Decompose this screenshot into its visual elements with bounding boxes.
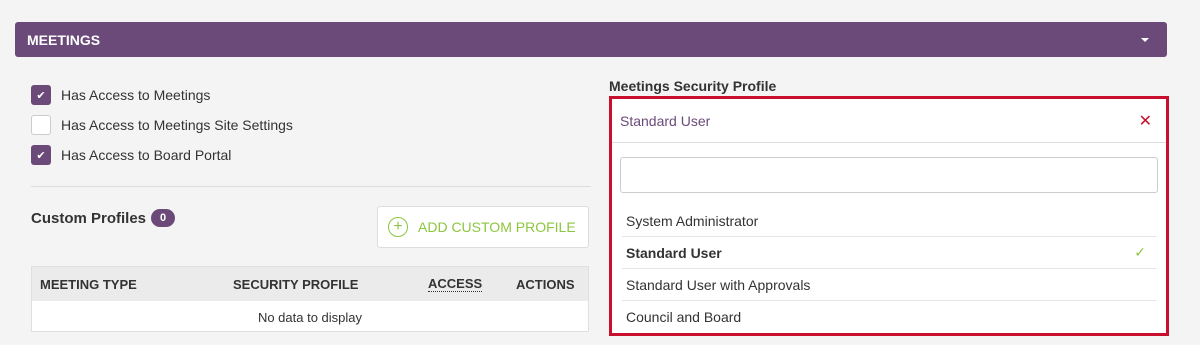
security-profile-dropdown: Standard User ✕ System Administrator Sta… (609, 96, 1169, 336)
section-title: MEETINGS (27, 31, 101, 48)
checkbox-row-meetings[interactable]: ✔ Has Access to Meetings (31, 80, 293, 110)
selected-value: Standard User (620, 112, 711, 129)
column-meeting-type[interactable]: MEETING TYPE (40, 277, 137, 292)
count-badge: 0 (151, 209, 176, 227)
dropdown-search-input[interactable] (620, 157, 1158, 193)
add-custom-profile-button[interactable]: + ADD CUSTOM PROFILE (377, 206, 589, 248)
dropdown-options: System Administrator Standard User ✓ Sta… (612, 205, 1166, 333)
column-security-profile[interactable]: SECURITY PROFILE (233, 277, 358, 292)
checkbox-checked[interactable]: ✔ (31, 85, 51, 105)
option-label: Council and Board (626, 309, 742, 325)
checkbox-label: Has Access to Board Portal (61, 147, 232, 163)
security-profile-label: Meetings Security Profile (609, 78, 777, 94)
dropdown-search-wrap (612, 143, 1166, 193)
divider (31, 186, 591, 187)
add-custom-profile-label: ADD CUSTOM PROFILE (418, 219, 576, 235)
custom-profiles-table: MEETING TYPE SECURITY PROFILE ACCESS ACT… (31, 266, 589, 332)
custom-profiles-heading: Custom Profiles 0 (31, 209, 176, 227)
option-label: Standard User with Approvals (626, 276, 811, 293)
option-system-administrator[interactable]: System Administrator (622, 205, 1156, 237)
security-profile-select[interactable]: Standard User ✕ (612, 99, 1166, 143)
option-council-and-board[interactable]: Council and Board (622, 301, 1156, 333)
clear-icon[interactable]: ✕ (1139, 111, 1152, 131)
checkbox-unchecked[interactable] (31, 115, 51, 135)
checkbox-row-site-settings[interactable]: Has Access to Meetings Site Settings (31, 110, 293, 140)
custom-profiles-title: Custom Profiles (31, 209, 147, 227)
option-label: Standard User (626, 244, 722, 261)
caret-down-icon[interactable] (1141, 37, 1149, 42)
checkbox-label: Has Access to Meetings (61, 87, 211, 103)
column-actions: ACTIONS (516, 276, 575, 292)
access-checkboxes: ✔ Has Access to Meetings Has Access to M… (31, 80, 293, 170)
option-label: System Administrator (626, 212, 759, 229)
table-header: MEETING TYPE SECURITY PROFILE ACCESS ACT… (32, 267, 588, 301)
checkbox-checked[interactable]: ✔ (31, 145, 51, 165)
checkbox-row-board-portal[interactable]: ✔ Has Access to Board Portal (31, 140, 293, 170)
empty-state-text: No data to display (257, 309, 363, 325)
option-standard-user[interactable]: Standard User ✓ (622, 237, 1156, 269)
checkmark-icon: ✓ (1134, 244, 1146, 260)
column-access[interactable]: ACCESS (428, 276, 483, 292)
meetings-section-header[interactable]: MEETINGS (15, 22, 1167, 57)
plus-circle-icon: + (388, 217, 408, 237)
option-standard-user-with-approvals[interactable]: Standard User with Approvals (622, 269, 1156, 301)
checkbox-label: Has Access to Meetings Site Settings (61, 117, 293, 133)
